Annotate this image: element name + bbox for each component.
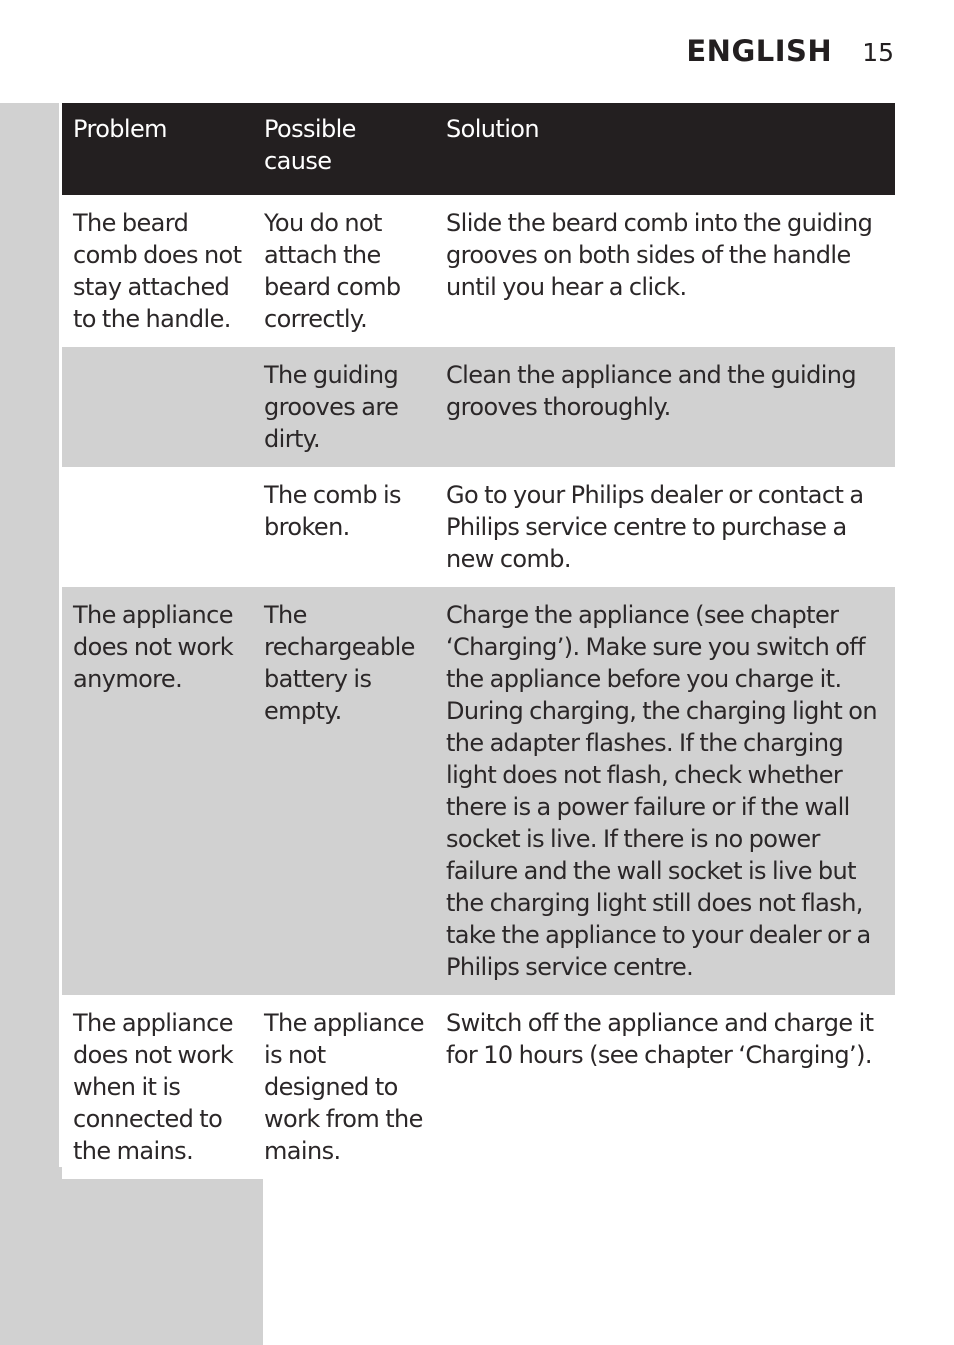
column-header-solution: Solution [446,115,540,143]
page-header: ENGLISH 15 [686,34,894,68]
page-number: 15 [862,38,894,67]
solution-cell: Slide the beard comb into the guiding gr… [446,209,873,301]
cause-cell: The rechargeable battery is empty. [264,601,415,725]
cause-cell: The appliance is not designed to work fr… [264,1009,424,1165]
table-row: The guiding grooves are dirty. Clean the… [62,347,895,467]
solution-cell: Go to your Philips dealer or contact a P… [446,481,864,573]
table-row: The appliance does not work when it is c… [62,995,895,1179]
problem-cell: The beard comb does not stay attached to… [73,209,242,333]
table-row: The appliance does not work anymore. The… [62,587,895,995]
problem-cell: The appliance does not work anymore. [73,601,234,693]
column-header-cause: Possible cause [264,115,356,175]
table-header-row: Problem Possible cause Solution [62,103,895,195]
cause-cell: The guiding grooves are dirty. [264,361,399,453]
solution-cell: Clean the appliance and the guiding groo… [446,361,857,421]
problem-cell: The appliance does not work when it is c… [73,1009,234,1165]
cause-cell: You do not attach the beard comb correct… [264,209,401,333]
side-margin-bar [0,103,59,1345]
table-row: The comb is broken. Go to your Philips d… [62,467,895,587]
problem-cell [62,347,253,467]
bottom-margin-block [0,1167,263,1345]
column-header-problem: Problem [73,115,168,143]
section-title: ENGLISH [686,34,833,68]
problem-cell [62,467,253,587]
table-row: The beard comb does not stay attached to… [62,195,895,347]
solution-cell: Switch off the appliance and charge it f… [446,1009,874,1069]
troubleshooting-table: Problem Possible cause Solution The bear… [62,103,895,1179]
solution-cell: Charge the appliance (see chapter ‘Charg… [446,601,878,981]
cause-cell: The comb is broken. [264,481,402,541]
